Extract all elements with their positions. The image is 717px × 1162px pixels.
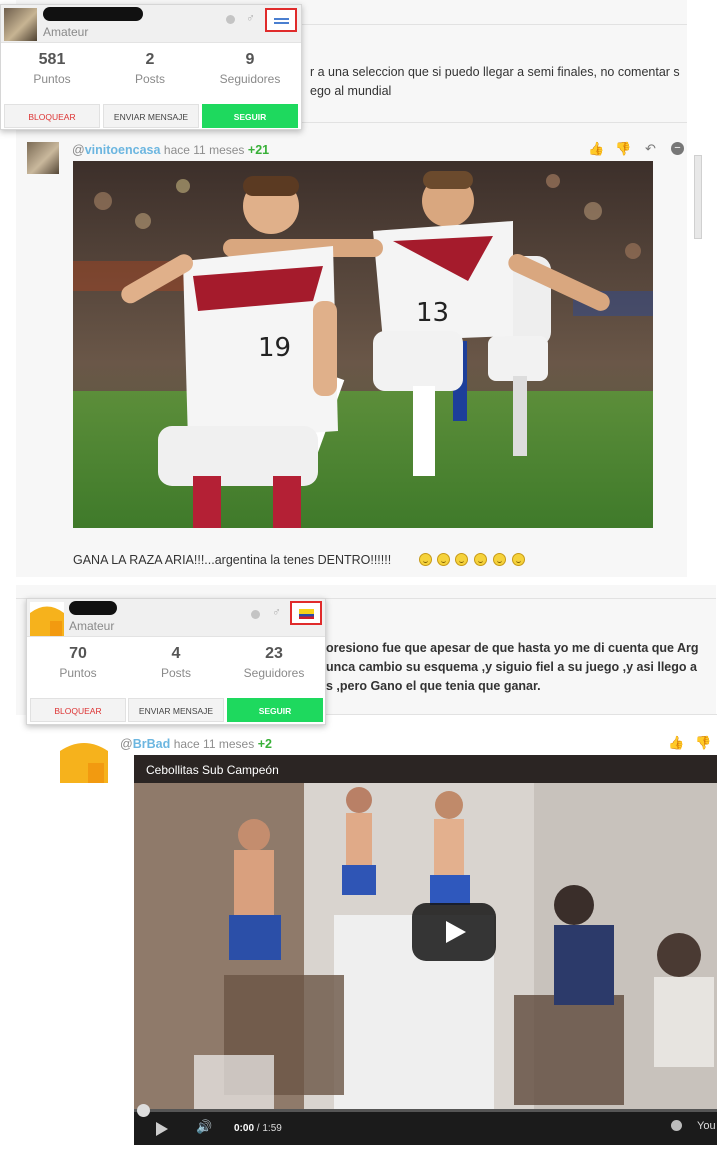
male-gender-icon: ♂ [246,11,255,25]
user-avatar[interactable] [60,737,108,783]
comment-divider [300,122,687,123]
stat-followers: 9 Seguidores [201,50,299,87]
at-sign: @ [120,737,133,751]
uruguay-flag [274,16,289,26]
avatar-image [60,737,108,783]
play-button[interactable] [412,903,496,961]
username-link[interactable]: vinitoencasa [85,143,161,157]
male-gender-icon: ♂ [272,605,281,619]
svg-text:13: 13 [416,298,449,328]
comment-divider [320,714,717,715]
clock-icon[interactable] [671,1120,682,1131]
profile-rank: Amateur [43,25,89,39]
thumbs-up-icon[interactable]: 👍 [668,736,684,750]
time-display: 0:00 / 1:59 [234,1123,282,1134]
profile-avatar[interactable] [30,602,64,636]
stat-posts: 2 Posts [101,50,199,87]
profile-rank: Amateur [69,619,115,633]
thumbs-down-icon[interactable]: 👎 [695,736,711,750]
comment-time: hace 11 meses [163,143,245,157]
stat-value: 4 [171,645,181,662]
laughing-emoji-icon [474,553,487,566]
profile-popup-card: Amateur ♂ 70 Puntos 4 Posts 23 Seguidore… [26,598,326,725]
stat-label: Posts [134,72,165,86]
scrollbar-thumb[interactable] [694,155,702,239]
laughing-emoji-icon [419,553,432,566]
vote-count: +21 [247,143,270,157]
send-message-button[interactable]: ENVIAR MENSAJE [103,104,199,128]
profile-avatar[interactable] [4,8,37,41]
svg-text:19: 19 [258,333,291,363]
online-status-icon [251,610,260,619]
stat-label: Seguidores [219,72,281,86]
youtube-logo[interactable]: You [697,1120,716,1132]
comment-1-text-line1: r a una seleccion que si puedo llegar a … [310,65,680,79]
comment-2-header: @vinitoencasa hace 11 meses +21 [72,142,269,158]
stat-points: 70 Puntos [29,644,127,681]
send-message-button[interactable]: ENVIAR MENSAJE [128,698,224,722]
stat-value: 2 [145,51,155,68]
progress-bar[interactable] [134,1104,717,1117]
current-time: 0:00 [234,1123,255,1134]
stat-label: Puntos [33,72,71,86]
comment-3-text-line3: s ,pero Gano el que tenia que ganar. [326,679,541,693]
user-avatar[interactable] [27,142,59,174]
block-button[interactable]: BLOQUEAR [4,104,100,128]
username-link[interactable]: BrBad [133,737,171,751]
comment-2-text: GANA LA RAZA ARIA!!!...argentina la tene… [73,553,392,567]
stat-points: 581 Puntos [3,50,101,87]
play-control-icon[interactable] [156,1122,168,1136]
comment-3-text-line1: oresiono fue que apesar de que hasta yo … [326,641,699,655]
video-title[interactable]: Cebollitas Sub Campeón [146,763,279,777]
follow-button[interactable]: SEGUIR [202,104,298,128]
stat-label: Puntos [59,666,97,680]
comment-4-header: @BrBad hace 11 meses +2 [120,736,272,752]
minus-circle-icon[interactable]: − [671,142,684,155]
stat-value: 581 [38,51,66,68]
play-icon [446,921,466,943]
duration: / 1:59 [256,1123,282,1134]
country-flag-icon [265,8,297,32]
video-player[interactable]: Cebollitas Sub Campeón 🔊 0:00 / 1:59 You [134,755,717,1145]
reply-icon[interactable]: ↶ [645,142,656,156]
volume-icon[interactable]: 🔊 [196,1119,212,1135]
laughing-emoji-icon [493,553,506,566]
stat-value: 9 [245,51,255,68]
block-button[interactable]: BLOQUEAR [30,698,126,722]
laughing-emoji-icon [512,553,525,566]
comment-1-text-line2: ego al mundial [310,84,392,98]
profile-name-redacted[interactable] [43,7,143,21]
profile-popup-card: Amateur ♂ 581 Puntos 2 Posts 9 Seguidore… [0,4,302,130]
thumbs-up-icon[interactable]: 👍 [588,142,604,156]
comment-image[interactable]: 13 19 [73,161,653,528]
progress-knob[interactable] [137,1104,150,1117]
laughing-emoji-icon [437,553,450,566]
stat-posts: 4 Posts [127,644,225,681]
stat-label: Seguidores [243,666,305,680]
avatar-image [30,602,64,636]
comment-time: hace 11 meses [173,737,255,751]
online-status-icon [226,15,235,24]
stat-followers: 23 Seguidores [225,644,323,681]
stat-label: Posts [160,666,191,680]
at-sign: @ [72,143,85,157]
football-players-photo: 13 19 [73,161,653,528]
follow-button[interactable]: SEGUIR [227,698,323,722]
stat-value: 70 [69,645,87,662]
thumbs-down-icon[interactable]: 👎 [615,142,631,156]
vote-count: +2 [257,737,272,751]
profile-name-redacted[interactable] [69,601,117,615]
comment-3-text-line2: unca cambio su esquema ,y siguio fiel a … [326,660,697,674]
laughing-emoji-icon [455,553,468,566]
colombia-flag [299,609,314,619]
video-controls: 🔊 0:00 / 1:59 You [134,1104,717,1145]
country-flag-icon [290,601,322,625]
stat-value: 23 [265,645,283,662]
